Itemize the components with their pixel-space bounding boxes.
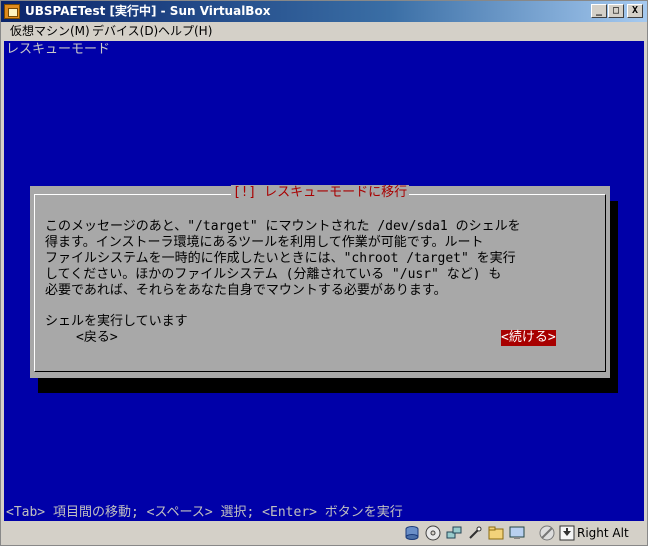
menu-bar: 仮想マシン(M) デバイス(D) ヘルプ(H): [1, 22, 647, 41]
status-bar: Right Alt: [1, 521, 647, 545]
close-button[interactable]: X: [627, 4, 643, 18]
dialog-message: このメッセージのあと、"/target" にマウントされた /dev/sda1 …: [45, 219, 521, 298]
rescue-dialog: [!] レスキューモードに移行 このメッセージのあと、"/target" にマウ…: [30, 185, 610, 378]
title-bar[interactable]: UBSPAETest [実行中] - Sun VirtualBox _ □ X: [1, 1, 647, 22]
network-icon[interactable]: [446, 525, 462, 541]
menu-help[interactable]: ヘルプ(H): [158, 24, 212, 39]
dialog-title: [!] レスキューモードに移行: [230, 185, 410, 201]
key-help-line: <Tab> 項目間の移動; <スペース> 選択; <Enter> ボタンを実行: [6, 505, 403, 520]
usb-icon[interactable]: [467, 525, 483, 541]
menu-machine[interactable]: 仮想マシン(M): [10, 24, 90, 39]
vm-console-screen[interactable]: レスキューモード [!] レスキューモードに移行 このメッセージのあと、"/ta…: [4, 41, 644, 521]
vm-window: UBSPAETest [実行中] - Sun VirtualBox _ □ X …: [0, 0, 648, 546]
window-title: UBSPAETest [実行中] - Sun VirtualBox: [25, 4, 271, 18]
maximize-button[interactable]: □: [608, 4, 624, 18]
hard-disk-icon[interactable]: [404, 525, 420, 541]
display-icon[interactable]: [509, 525, 525, 541]
shared-folder-icon[interactable]: [488, 525, 504, 541]
continue-button[interactable]: <続ける>: [501, 330, 556, 346]
virtualbox-app-icon[interactable]: [4, 4, 20, 19]
back-button[interactable]: <戻る>: [76, 330, 118, 346]
dialog-status-text: シェルを実行しています: [45, 314, 188, 329]
console-header: レスキューモード: [6, 42, 111, 57]
minimize-button[interactable]: _: [591, 4, 607, 18]
keyboard-capture-icon[interactable]: [559, 525, 575, 541]
mouse-integration-icon[interactable]: [539, 525, 555, 541]
cd-icon[interactable]: [425, 525, 441, 541]
menu-devices[interactable]: デバイス(D): [92, 24, 158, 39]
host-key-label: Right Alt: [577, 526, 629, 540]
